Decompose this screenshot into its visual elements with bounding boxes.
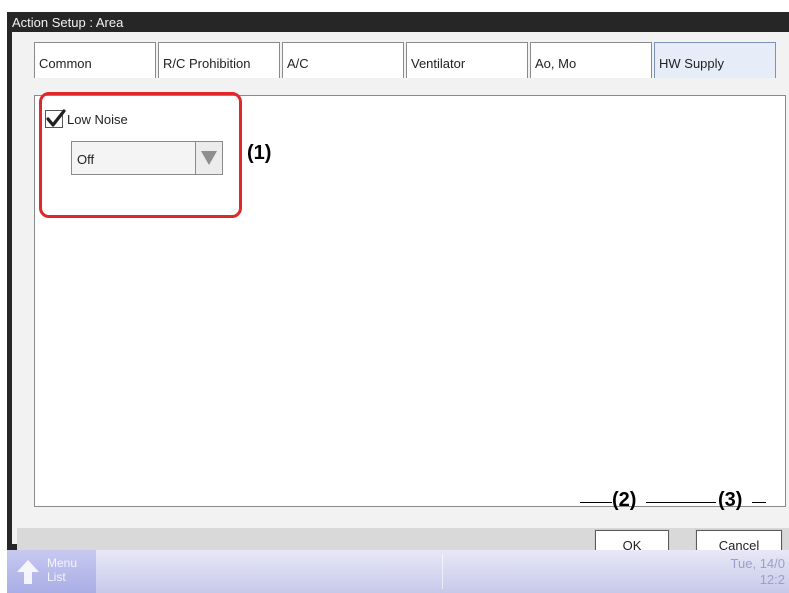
time-text: 12:2 [759,572,785,587]
tab-label: HW Supply [659,56,725,71]
menu-list-text: Menu List [47,556,77,584]
arrow-up-icon [17,560,39,584]
annotation-line-left [580,502,612,503]
tab-label: Common [39,56,92,71]
annotation-2: (2) [612,489,637,511]
callout-box-1 [39,92,242,218]
tab-label: Ventilator [411,56,466,71]
dialog-title: Action Setup : Area [12,15,124,30]
tab-label: R/C Prohibition [163,56,251,71]
datetime-display: Tue, 14/0 12:2 [731,556,785,588]
annotation-3: (3) [718,489,743,511]
menu-line1: Menu [47,556,78,570]
tab-label: A/C [287,56,309,71]
tab-label: Ao, Mo [535,56,577,71]
annotation-line-right [752,502,766,503]
tab-hw-supply[interactable]: HW Supply [654,42,776,78]
taskbar: Menu List Tue, 14/0 12:2 [7,550,789,593]
annotation-line-middle [646,502,716,503]
dialog-titlebar: Action Setup : Area [7,12,789,32]
taskbar-divider [442,554,443,589]
menu-line2: List [47,570,66,584]
tab-ventilator[interactable]: Ventilator [406,42,528,78]
tab-common[interactable]: Common [34,42,156,78]
menu-list-button[interactable]: Menu List [7,550,96,593]
date-text: Tue, 14/0 [730,556,785,571]
tab-rc-prohibition[interactable]: R/C Prohibition [158,42,280,78]
tab-ac[interactable]: A/C [282,42,404,78]
tab-ao-mo[interactable]: Ao, Mo [530,42,652,78]
annotation-1: (1) [247,142,272,164]
